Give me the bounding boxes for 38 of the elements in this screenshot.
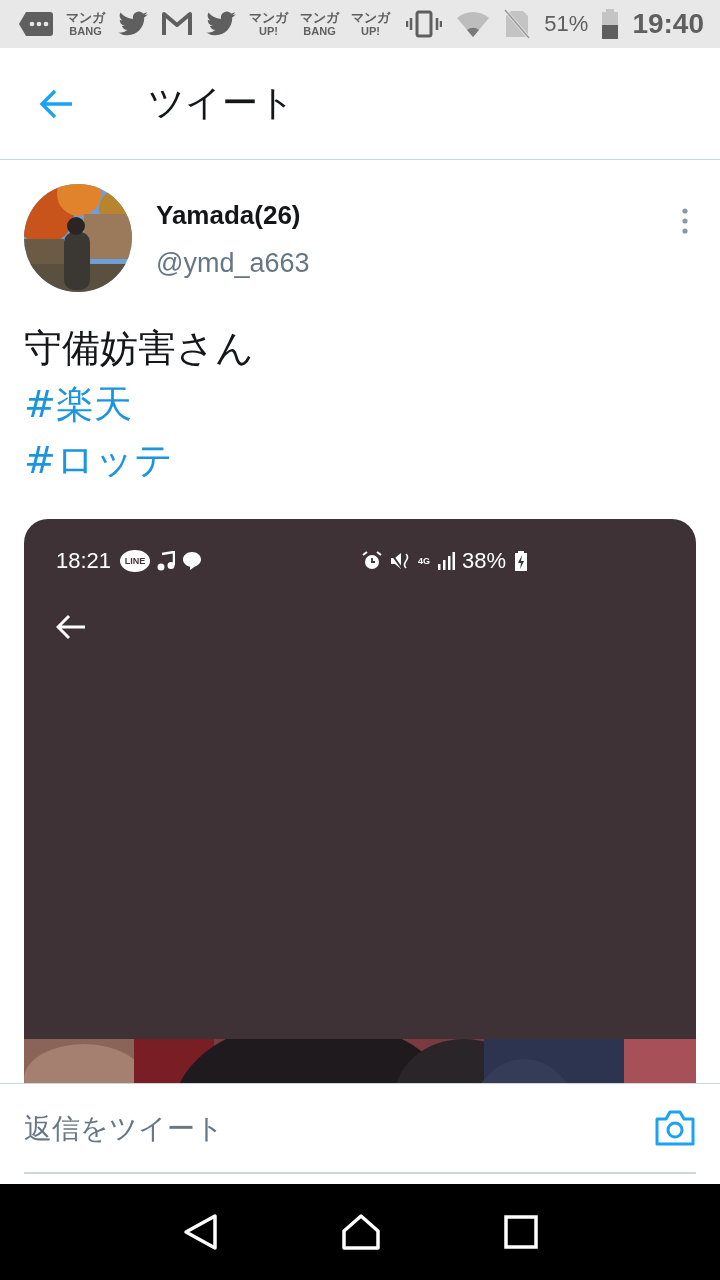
bird-icon xyxy=(117,10,149,38)
app-logo: マンガ BANG xyxy=(66,11,105,37)
network-type: 4G xyxy=(418,556,430,566)
page-title: ツイート xyxy=(148,81,295,125)
more-icon[interactable] xyxy=(682,208,688,234)
mute-icon xyxy=(389,551,411,571)
no-sim-icon xyxy=(504,9,531,39)
battery-percent: 51% xyxy=(544,11,589,37)
app-logo: マンガ UP! xyxy=(351,11,390,37)
message-icon xyxy=(18,10,54,38)
signal-icon xyxy=(437,552,455,570)
home-button[interactable] xyxy=(341,1213,381,1251)
hashtag-link[interactable]: #楽天 xyxy=(24,376,132,432)
camera-button[interactable] xyxy=(654,1109,696,1147)
chat-bubble-icon xyxy=(182,551,203,571)
alarm-icon xyxy=(362,551,382,571)
bird-icon xyxy=(205,10,237,38)
reply-field[interactable]: 返信をツイート xyxy=(24,1111,654,1145)
mail-icon xyxy=(161,11,193,37)
battery-icon xyxy=(602,9,619,39)
vibrate-icon xyxy=(406,10,443,38)
wifi-icon xyxy=(456,10,491,38)
battery-charging-icon xyxy=(515,551,528,571)
back-button[interactable] xyxy=(181,1213,218,1251)
clock: 18:21 xyxy=(56,548,112,574)
battery-percent: 38% xyxy=(462,548,507,574)
user-handle: @ymd_a663 xyxy=(156,247,311,280)
tweet-text: 守備妨害さん xyxy=(24,325,255,372)
clock: 19:40 xyxy=(632,8,704,40)
app-logo: マンガ UP! xyxy=(249,11,288,37)
user-name: Yamada(26) xyxy=(156,199,302,232)
hashtag-link[interactable]: #ロッテ xyxy=(24,432,173,488)
music-icon xyxy=(157,551,176,571)
screenshot-card[interactable]: 18:21 LINE 4G 38% xyxy=(24,519,696,1083)
app-logo: マンガ BANG xyxy=(300,11,339,37)
recent-apps-button[interactable] xyxy=(504,1215,539,1249)
back-button xyxy=(56,614,86,640)
chat-app-logo: LINE xyxy=(120,550,151,572)
